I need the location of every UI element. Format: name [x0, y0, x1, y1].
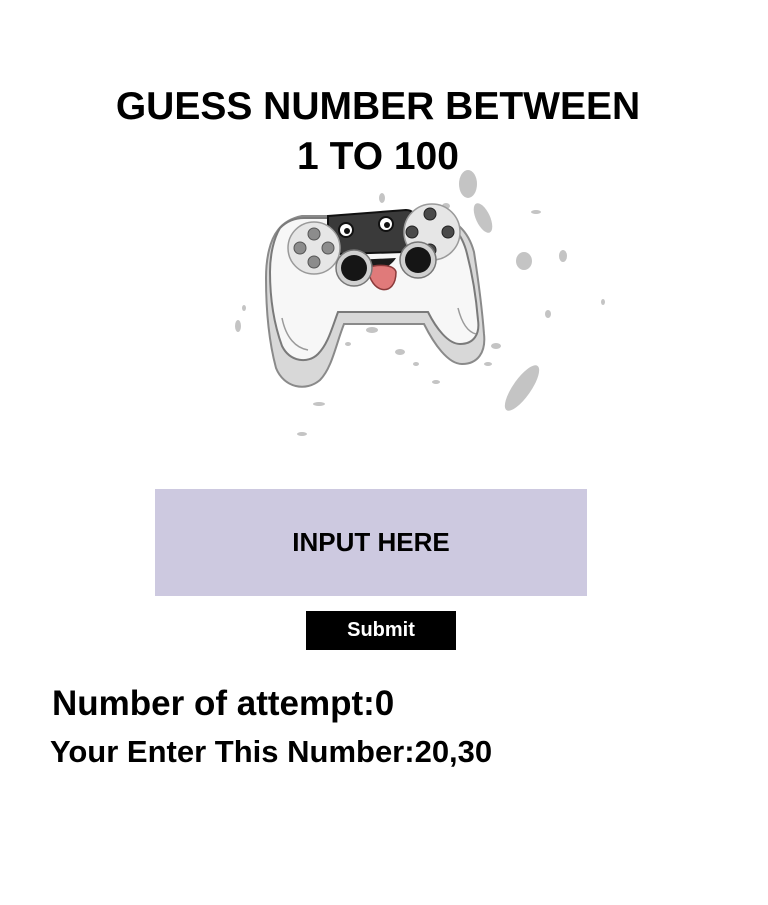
- attempts-label: Number of attempt:: [52, 684, 375, 723]
- submit-button[interactable]: Submit: [306, 611, 456, 650]
- entered-numbers-label: Your Enter This Number:: [50, 734, 415, 769]
- page-title-line-1: GUESS NUMBER BETWEEN: [115, 85, 641, 128]
- game-controller-icon: [235, 170, 605, 436]
- attempts-value: 0: [374, 684, 395, 723]
- entered-numbers-value: 20,30: [414, 734, 493, 769]
- entered-numbers: Your Enter This Number:20,30: [50, 733, 492, 771]
- attempts-count: Number of attempt:0: [52, 684, 394, 724]
- guess-input[interactable]: [155, 489, 587, 596]
- page-title: GUESS NUMBER BETWEEN 1 TO 100: [0, 82, 756, 182]
